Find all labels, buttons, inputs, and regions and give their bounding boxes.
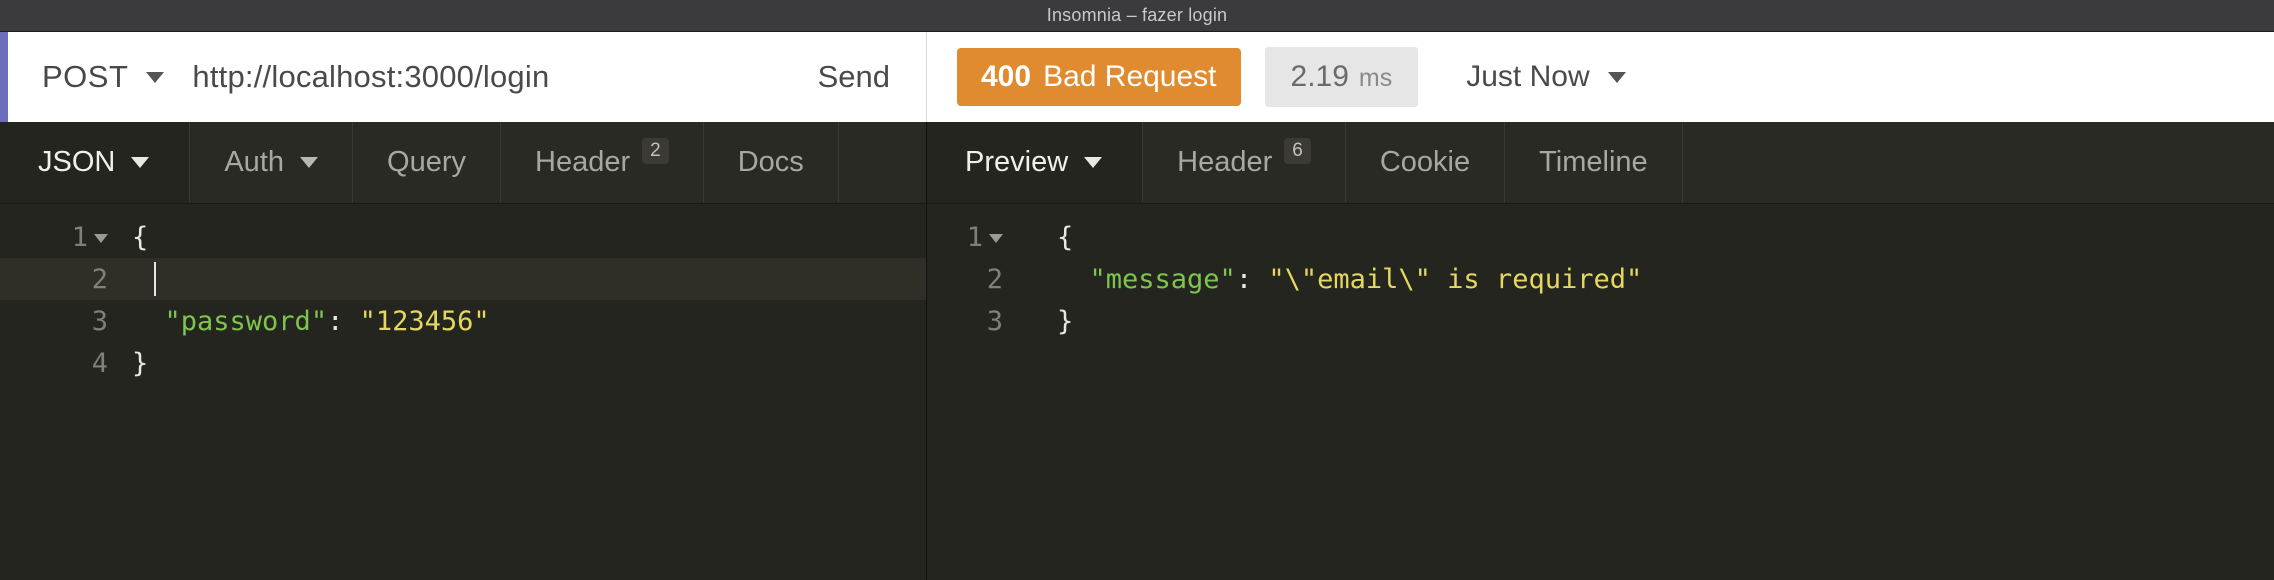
request-tab-docs[interactable]: Docs bbox=[704, 122, 839, 203]
request-pane: JSON Auth Query Header 2 Docs 1{2 3 "password"… bbox=[0, 122, 927, 580]
tab-label: Header bbox=[535, 146, 631, 178]
chevron-down-icon bbox=[1607, 71, 1626, 83]
code-line: 2 "message": "\"email\" is required" bbox=[949, 258, 2274, 300]
request-tab-auth[interactable]: Auth bbox=[190, 122, 354, 203]
response-body-viewer[interactable]: 1{2 "message": "\"email\" is required" 3} bbox=[927, 204, 2274, 580]
request-body-editor[interactable]: 1{2 3 "password": "123456" 4} bbox=[0, 204, 926, 580]
request-tab-bar: JSON Auth Query Header 2 Docs bbox=[0, 122, 926, 204]
chevron-down-icon bbox=[131, 156, 150, 168]
top-row: POST http://localhost:3000/login Send 40… bbox=[0, 32, 2274, 122]
status-text: Bad Request bbox=[1043, 60, 1217, 93]
code-line: 1{ bbox=[949, 216, 2274, 258]
tab-label: Cookie bbox=[1379, 146, 1471, 178]
request-tab-json[interactable]: JSON bbox=[0, 122, 191, 203]
tab-label: Timeline bbox=[1539, 146, 1648, 178]
code-text: } bbox=[132, 347, 149, 379]
code-line: 2 bbox=[0, 258, 926, 300]
panes: JSON Auth Query Header 2 Docs 1{2 3 "password"… bbox=[0, 122, 2274, 580]
code-text: "password": "123456" bbox=[164, 305, 490, 337]
response-pane: Preview Header 6 Cookie Timeline 1{2 "messag… bbox=[927, 122, 2274, 580]
response-time-value: 2.19 bbox=[1290, 60, 1349, 93]
response-history-label: Just Now bbox=[1466, 60, 1590, 93]
response-tab-bar: Preview Header 6 Cookie Timeline bbox=[927, 122, 2274, 204]
insomnia-window: Insomnia – fazer login POST http://local… bbox=[0, 0, 2274, 580]
line-number: 2 bbox=[986, 263, 1003, 295]
response-tab-header[interactable]: Header 6 bbox=[1143, 122, 1346, 203]
line-number: 3 bbox=[91, 305, 108, 337]
code-text: { bbox=[1057, 221, 1074, 253]
code-line: 4} bbox=[0, 342, 926, 384]
response-time-unit: ms bbox=[1358, 64, 1393, 92]
status-code: 400 bbox=[981, 60, 1032, 93]
tab-label: Docs bbox=[737, 146, 804, 178]
tab-label: JSON bbox=[38, 145, 116, 178]
line-number: 4 bbox=[91, 347, 108, 379]
method-dropdown[interactable]: POST bbox=[42, 59, 165, 95]
tab-label: Header bbox=[1177, 146, 1273, 178]
line-number: 3 bbox=[986, 305, 1003, 337]
tab-count-badge: 6 bbox=[1284, 138, 1311, 164]
response-tab-timeline[interactable]: Timeline bbox=[1505, 122, 1683, 203]
tab-count-badge: 2 bbox=[642, 138, 669, 164]
code-line: 1{ bbox=[0, 216, 926, 258]
tab-label: Query bbox=[387, 146, 466, 178]
request-tab-query[interactable]: Query bbox=[353, 122, 501, 203]
response-meta-bar: 400 Bad Request 2.19 ms Just Now bbox=[927, 32, 2274, 122]
request-tab-header[interactable]: Header 2 bbox=[501, 122, 704, 203]
text-cursor bbox=[154, 262, 156, 296]
chevron-down-icon bbox=[146, 71, 165, 83]
code-text: { bbox=[132, 221, 149, 253]
code-line: 3 "password": "123456" bbox=[0, 300, 926, 342]
response-tab-cookie[interactable]: Cookie bbox=[1346, 122, 1506, 203]
method-label: POST bbox=[42, 59, 129, 94]
fold-caret-icon[interactable] bbox=[989, 233, 1003, 243]
chevron-down-icon bbox=[300, 157, 319, 168]
request-url-bar: POST http://localhost:3000/login Send bbox=[8, 32, 927, 122]
line-number: 1 bbox=[0, 222, 118, 253]
workspace-accent-stripe bbox=[0, 32, 8, 122]
code-text: } bbox=[1057, 305, 1074, 337]
code-text: "message": "\"email\" is required" bbox=[1089, 263, 1643, 295]
code-line: 3} bbox=[949, 300, 2274, 342]
chevron-down-icon bbox=[1084, 156, 1103, 168]
send-button[interactable]: Send bbox=[818, 59, 890, 95]
window-title: Insomnia – fazer login bbox=[1046, 5, 1228, 25]
window-title-bar: Insomnia – fazer login bbox=[0, 0, 2274, 32]
line-number: 1 bbox=[949, 222, 1013, 253]
fold-caret-icon[interactable] bbox=[94, 233, 108, 243]
response-time-chip: 2.19 ms bbox=[1264, 47, 1419, 107]
tab-label: Auth bbox=[224, 146, 285, 178]
tab-label: Preview bbox=[965, 145, 1069, 178]
response-history-dropdown[interactable]: Just Now bbox=[1466, 60, 1626, 94]
status-badge[interactable]: 400 Bad Request bbox=[957, 48, 1241, 106]
line-number: 2 bbox=[91, 263, 108, 295]
code-text bbox=[118, 262, 156, 296]
response-tab-preview[interactable]: Preview bbox=[927, 122, 1144, 203]
url-input[interactable]: http://localhost:3000/login bbox=[192, 59, 549, 95]
